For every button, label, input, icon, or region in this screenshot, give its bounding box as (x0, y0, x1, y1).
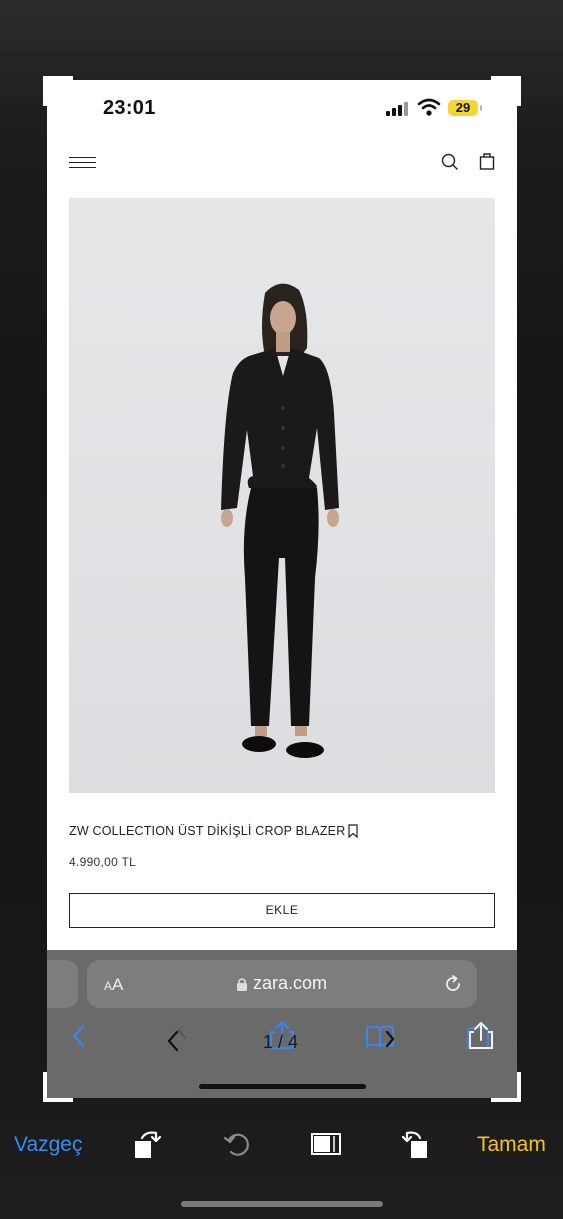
crop-corner-top-right[interactable] (517, 76, 521, 106)
rotate-left-icon[interactable] (132, 1128, 164, 1160)
crop-corner-bottom-right[interactable] (517, 1072, 521, 1102)
wifi-icon (417, 98, 441, 116)
reader-settings-button[interactable]: AA (104, 975, 123, 995)
address-bar[interactable]: AA zara.com (87, 960, 477, 1008)
screenshot-canvas: 23:01 29 ZW COLLECTION ÜST DİKİŞLİ CROP … (47, 80, 517, 1098)
cellular-signal-icon (386, 102, 408, 116)
done-button[interactable]: Tamam (477, 1133, 546, 1157)
bookmark-icon[interactable] (347, 824, 359, 838)
battery-tip (480, 105, 482, 111)
product-image[interactable] (69, 198, 495, 793)
forward-arrow-icon[interactable] (165, 1028, 189, 1054)
reset-rotation-icon[interactable] (221, 1128, 253, 1160)
battery-indicator: 29 (448, 100, 478, 116)
cancel-button[interactable]: Vazgeç (14, 1133, 83, 1157)
rotate-right-icon[interactable] (399, 1128, 431, 1160)
product-price: 4.990,00 TL (69, 855, 137, 869)
status-time: 23:01 (103, 97, 156, 119)
browser-toolbar: AA zara.com 1 / 4 (47, 950, 517, 1098)
crop-corner-bottom-left[interactable] (43, 1098, 73, 1102)
search-icon[interactable] (441, 153, 459, 171)
hamburger-menu-icon[interactable] (69, 157, 96, 170)
screenshot-home-indicator (199, 1084, 366, 1089)
bookmarks-book-icon[interactable] (365, 1024, 399, 1054)
url-text: zara.com (253, 973, 328, 993)
shopping-bag-icon[interactable] (479, 152, 495, 170)
aspect-ratio-icon[interactable] (310, 1128, 342, 1160)
page-counter: 1 / 4 (263, 1032, 299, 1052)
model-illustration (69, 198, 495, 793)
home-indicator (181, 1201, 383, 1207)
tabs-overview-icon[interactable] (466, 1020, 496, 1050)
reload-icon[interactable] (443, 974, 463, 994)
back-arrow-icon[interactable] (71, 1024, 85, 1048)
product-title: ZW COLLECTION ÜST DİKİŞLİ CROP BLAZER (69, 824, 346, 838)
previous-tab-preview[interactable] (47, 960, 78, 1008)
add-to-cart-button[interactable]: EKLE (69, 893, 495, 928)
lock-icon (237, 978, 247, 991)
